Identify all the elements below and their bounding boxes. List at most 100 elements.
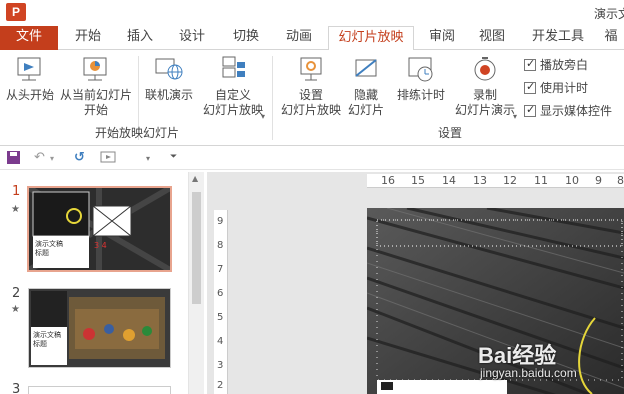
undo-icon[interactable]: ↶ [34, 150, 45, 166]
watermark-url: jingyan.baidu.com [480, 366, 577, 380]
vertical-ruler: 9 8 7 6 5 4 3 2 [214, 210, 228, 394]
ruler-tick-label: 4 [217, 336, 224, 347]
svg-text:标题: 标题 [33, 339, 47, 348]
tab-animations[interactable]: 动画 [276, 26, 322, 50]
hide-label-2: 幻灯片 [347, 103, 384, 117]
svg-text:演示文稿: 演示文稿 [33, 330, 61, 339]
ruler-tick-label: 8 [217, 240, 224, 251]
tab-file[interactable]: 文件 [0, 26, 58, 50]
slide-number: 3 [12, 382, 21, 394]
powerpoint-app-icon[interactable]: P [6, 3, 26, 21]
ruler-tick-label: 10 [565, 174, 579, 187]
rehearse-timings-button[interactable]: 排练计时 [392, 54, 450, 103]
slide-2-preview: 演示文稿 标题 [29, 289, 170, 367]
ruler-tick-label: 11 [534, 174, 548, 187]
chevron-down-icon[interactable]: ▾ [261, 112, 265, 121]
play-narrations-label: 播放旁白 [540, 58, 589, 72]
play-narrations-checkbox[interactable]: 播放旁白 [524, 56, 588, 73]
show-media-controls-label: 显示媒体控件 [540, 104, 613, 118]
rehearse-label: 排练计时 [396, 88, 445, 102]
ribbon-tabs: 文件 开始 插入 设计 切换 动画 幻灯片放映 审阅 视图 开发工具 福 [0, 26, 624, 51]
tab-transitions[interactable]: 切换 [224, 26, 268, 50]
slide-thumbnail-1[interactable]: 3 4 演示文稿 标题 [27, 186, 172, 272]
tab-more[interactable]: 福 [598, 26, 624, 50]
baidu-jingyan-watermark: Bai经验 jingyan.baidu.com [478, 338, 618, 384]
record-slideshow-button[interactable]: 录制 幻灯片演示 [450, 54, 520, 118]
hide-slide-button[interactable]: 隐藏 幻灯片 [344, 54, 388, 118]
ruler-tick-label: 7 [217, 264, 224, 275]
setup-slideshow-button[interactable]: 设置 幻灯片放映 [280, 54, 342, 118]
title-bar: P 演示文 [0, 0, 624, 26]
show-media-controls-checkbox[interactable]: 显示媒体控件 [524, 102, 612, 119]
ruler-tick-label: 14 [442, 174, 456, 187]
tab-design[interactable]: 设计 [170, 26, 214, 50]
setup-group-label: 设置 [438, 126, 463, 140]
setup-label-2: 幻灯片放映 [280, 103, 341, 117]
setup-label-1: 设置 [298, 88, 323, 102]
animation-star-icon: ★ [11, 204, 20, 215]
tab-home[interactable]: 开始 [66, 26, 110, 50]
chevron-down-icon[interactable]: ▾ [146, 154, 150, 170]
slide-1-title-text: 演示文稿 [35, 239, 63, 248]
ruler-tick-label: 16 [381, 174, 395, 187]
use-timings-label: 使用计时 [540, 81, 589, 95]
checkbox-checked-icon [524, 103, 536, 117]
ruler-tick-label: 15 [411, 174, 425, 187]
ribbon: 从头开始 从当前幻灯片 开始 联机演示 自定义 幻灯片放映 ▾ 开始放映幻灯片 … [0, 50, 624, 146]
ruler-tick-label: 8 [617, 174, 624, 187]
redo-icon[interactable]: ↺ [74, 150, 85, 166]
from-beginning-button[interactable]: 从头开始 [2, 54, 58, 103]
use-timings-checkbox[interactable]: 使用计时 [524, 79, 588, 96]
slide-thumbnail-3[interactable] [28, 386, 171, 394]
scroll-up-arrow-icon[interactable]: ▲ [192, 174, 198, 183]
tab-insert[interactable]: 插入 [118, 26, 162, 50]
hide-slide-icon [355, 59, 377, 77]
from-beginning-label: 从头开始 [5, 88, 54, 102]
tab-view[interactable]: 视图 [470, 26, 514, 50]
slide-number: 2 [12, 286, 21, 301]
record-label-1: 录制 [472, 88, 497, 102]
from-current-label-2: 开始 [83, 103, 108, 117]
animation-star-icon: ★ [11, 304, 20, 315]
quick-access-toolbar: ↶ ▾ ↺ ▾ ⏷ [0, 146, 624, 170]
custom-label-2: 幻灯片放映 [202, 103, 263, 117]
online-present-button[interactable]: 联机演示 [142, 54, 196, 103]
slideshow-current-icon [83, 57, 107, 81]
record-label-2: 幻灯片演示 [454, 103, 515, 117]
slide-number: 1 [12, 184, 21, 199]
online-present-label: 联机演示 [144, 88, 193, 102]
custom-slideshow-icon [222, 56, 245, 78]
scrollbar-thumb[interactable] [192, 192, 201, 304]
ruler-tick-label: 5 [217, 312, 224, 323]
customize-qat-icon[interactable]: ⏷ [170, 152, 177, 168]
checkbox-checked-icon [524, 80, 536, 94]
ruler-tick-label: 9 [595, 174, 602, 187]
slide-thumbnail-2[interactable]: 演示文稿 标题 [28, 288, 171, 368]
svg-text:3 4: 3 4 [94, 241, 107, 250]
hide-label-1: 隐藏 [353, 88, 378, 102]
ruler-tick-label: 3 [217, 360, 224, 371]
horizontal-ruler: 16 15 14 13 12 11 10 9 8 [367, 174, 624, 188]
setup-slideshow-icon [300, 57, 322, 81]
checkbox-checked-icon [524, 57, 536, 71]
slideshow-from-start-icon[interactable] [100, 150, 120, 166]
slideshow-play-icon [17, 57, 41, 81]
tab-developer[interactable]: 开发工具 [526, 26, 590, 50]
ruler-tick-label: 12 [503, 174, 517, 187]
save-icon[interactable] [6, 150, 22, 166]
svg-text:标题: 标题 [35, 248, 49, 257]
globe-present-icon [155, 58, 183, 80]
chevron-down-icon[interactable]: ▾ [513, 112, 517, 121]
custom-slideshow-button[interactable]: 自定义 幻灯片放映 [198, 54, 268, 118]
chevron-down-icon[interactable]: ▾ [50, 154, 54, 170]
ruler-tick-label: 2 [217, 380, 224, 391]
slide-1-preview: 3 4 演示文稿 标题 [29, 188, 170, 270]
tab-review[interactable]: 审阅 [420, 26, 464, 50]
ruler-tick-label: 9 [217, 216, 224, 227]
ruler-tick-label: 13 [473, 174, 487, 187]
from-current-slide-button[interactable]: 从当前幻灯片 开始 [58, 54, 134, 118]
tab-slideshow[interactable]: 幻灯片放映 [328, 26, 414, 51]
window-title: 演示文 [594, 7, 624, 21]
thumbnails-scrollbar[interactable]: ▲ [188, 172, 204, 394]
record-icon [474, 57, 496, 81]
